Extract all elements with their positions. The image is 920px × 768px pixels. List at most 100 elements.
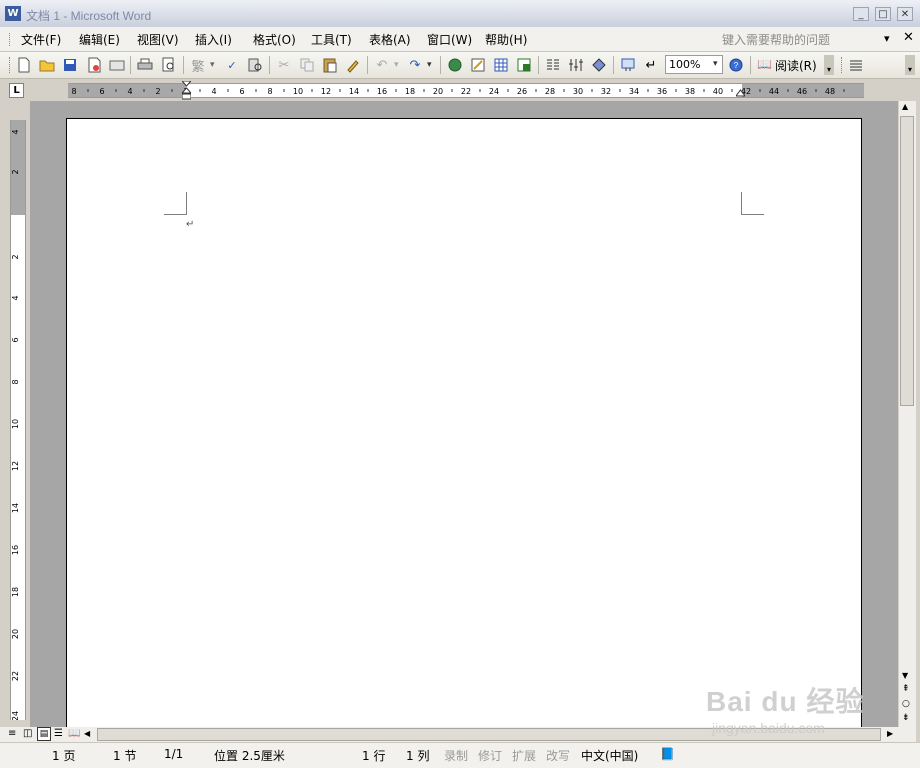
undo-icon[interactable]: ↶ — [372, 55, 392, 75]
toolbar-options-icon[interactable]: ▾ — [824, 55, 834, 75]
baidu-jingyan-watermark: Bai du 经验 jingyan.baidu.com — [706, 680, 864, 736]
format-painter-icon[interactable] — [343, 55, 363, 75]
ruler-tick-label: 14 — [349, 87, 359, 96]
ruler-tick-label: 48 — [825, 87, 835, 96]
show-hide-icon[interactable] — [618, 55, 638, 75]
outline-view-icon[interactable]: ☰ — [54, 728, 63, 739]
previous-page-icon[interactable]: ⇞ — [902, 684, 910, 694]
menu-bar: 文件(F) 编辑(E) 视图(V) 插入(I) 格式(O) 工具(T) 表格(A… — [0, 27, 920, 52]
toolbar-separator — [613, 56, 614, 74]
copy-icon[interactable] — [297, 55, 317, 75]
vertical-ruler[interactable]: 4 2 2 4 6 8 10 12 14 16 18 20 22 24 — [10, 120, 26, 720]
ruler-tick-label: 44 — [769, 87, 779, 96]
chevron-down-icon[interactable]: ▾ — [713, 59, 718, 69]
insert-excel-icon[interactable] — [514, 55, 534, 75]
print-layout-icon[interactable]: ▤ — [37, 727, 51, 741]
tab-selector[interactable]: L — [9, 83, 24, 98]
status-position: 位置 2.5厘米 — [214, 749, 285, 763]
scroll-right-icon[interactable]: ▶ — [887, 729, 893, 738]
insert-table-icon[interactable] — [491, 55, 511, 75]
ruler-tick-label: 22 — [11, 671, 20, 681]
menu-view[interactable]: 视图(V) — [137, 31, 179, 48]
spelling-icon[interactable]: ✓ — [222, 55, 242, 75]
first-line-indent-marker[interactable] — [180, 80, 193, 100]
close-document-icon[interactable]: ✕ — [903, 30, 914, 45]
toolbar-separator — [183, 56, 184, 74]
ruler-tick-label: 12 — [321, 87, 331, 96]
ruler-tick-label: 6 — [239, 87, 244, 96]
status-language[interactable]: 中文(中国) — [581, 747, 638, 764]
ruler-tick-label: 8 — [11, 379, 20, 384]
status-extend[interactable]: 扩展 — [512, 747, 536, 764]
menu-grip — [9, 33, 12, 46]
menu-edit[interactable]: 编辑(E) — [79, 31, 120, 48]
new-document-icon[interactable] — [14, 55, 34, 75]
scroll-left-icon[interactable]: ◀ — [84, 729, 90, 738]
chevron-down-icon[interactable]: ▾ — [427, 60, 432, 70]
menu-window[interactable]: 窗口(W) — [427, 31, 472, 48]
hyperlink-icon[interactable] — [445, 55, 465, 75]
ruler-tick-label: 34 — [629, 87, 639, 96]
menu-format[interactable]: 格式(O) — [253, 31, 296, 48]
read-mode-button[interactable]: 阅读(R) — [775, 57, 817, 74]
next-page-icon[interactable]: ⇟ — [902, 713, 910, 723]
browse-object-icon[interactable]: ○ — [902, 699, 910, 709]
redo-icon[interactable]: ↷ — [405, 55, 425, 75]
traditional-chinese-icon[interactable]: 繁 — [188, 55, 208, 75]
document-map-icon[interactable] — [589, 55, 609, 75]
drawing-icon[interactable] — [566, 55, 586, 75]
ruler-tick-label: 32 — [601, 87, 611, 96]
menu-tools[interactable]: 工具(T) — [311, 31, 352, 48]
open-folder-icon[interactable] — [37, 55, 57, 75]
save-icon[interactable] — [60, 55, 80, 75]
cut-icon[interactable]: ✂ — [274, 55, 294, 75]
email-icon[interactable] — [107, 55, 127, 75]
status-track-changes[interactable]: 修订 — [478, 747, 502, 764]
status-record[interactable]: 录制 — [444, 747, 468, 764]
ruler-tick-label: 4 — [127, 87, 132, 96]
status-overtype[interactable]: 改写 — [546, 747, 570, 764]
standard-toolbar: 繁 ▾ ✓ ✂ ↶ ▾ ↷ ▾ ↵ 100% ▾ ? 📖 阅读(R) ▾ ▾ — [0, 52, 920, 79]
title-bar: W 文档 1 - Microsoft Word _ □ ✕ — [0, 0, 920, 27]
toolbar-options-icon[interactable]: ▾ — [905, 55, 915, 75]
right-indent-marker[interactable] — [735, 86, 746, 97]
document-page[interactable]: ↵ — [66, 118, 862, 728]
ruler-tick-label: 36 — [657, 87, 667, 96]
paragraph-mark-icon[interactable]: ↵ — [641, 55, 661, 75]
normal-view-icon[interactable]: ≡ — [8, 728, 16, 739]
help-search-input[interactable]: 键入需要帮助的问题 — [722, 31, 830, 48]
research-icon[interactable] — [245, 55, 265, 75]
print-preview-icon[interactable] — [159, 55, 179, 75]
word-icon[interactable]: W — [5, 6, 21, 21]
tables-borders-icon[interactable] — [468, 55, 488, 75]
menu-help[interactable]: 帮助(H) — [485, 31, 527, 48]
print-icon[interactable] — [135, 55, 155, 75]
columns-icon[interactable] — [543, 55, 563, 75]
menu-file[interactable]: 文件(F) — [21, 31, 61, 48]
permission-icon[interactable] — [84, 55, 104, 75]
minimize-icon[interactable]: _ — [853, 7, 869, 21]
menu-insert[interactable]: 插入(I) — [195, 31, 232, 48]
spelling-status-icon[interactable]: 📘 — [660, 747, 675, 761]
help-dropdown-icon[interactable]: ▾ — [884, 32, 890, 45]
ruler-tick-label: 14 — [11, 503, 20, 513]
scroll-down-icon[interactable]: ▼ — [902, 671, 908, 680]
read-mode-icon[interactable]: 📖 — [757, 57, 772, 71]
help-icon[interactable]: ? — [726, 55, 746, 75]
toolbar-separator — [440, 56, 441, 74]
menu-table[interactable]: 表格(A) — [369, 31, 411, 48]
close-icon[interactable]: ✕ — [897, 7, 913, 21]
ruler-tick-label: 18 — [405, 87, 415, 96]
align-icon[interactable] — [846, 55, 866, 75]
vertical-scroll-thumb[interactable] — [900, 116, 914, 406]
web-layout-icon[interactable]: ◫ — [23, 728, 32, 739]
chevron-down-icon[interactable]: ▾ — [210, 60, 215, 70]
chevron-down-icon[interactable]: ▾ — [394, 60, 399, 70]
ruler-tick-label: 24 — [489, 87, 499, 96]
scroll-up-icon[interactable]: ▲ — [902, 102, 908, 111]
maximize-icon[interactable]: □ — [875, 7, 891, 21]
ruler-tick-label: 26 — [517, 87, 527, 96]
reading-layout-icon[interactable]: 📖 — [68, 728, 80, 739]
paste-icon[interactable] — [320, 55, 340, 75]
ruler-tick-label: 20 — [11, 629, 20, 639]
